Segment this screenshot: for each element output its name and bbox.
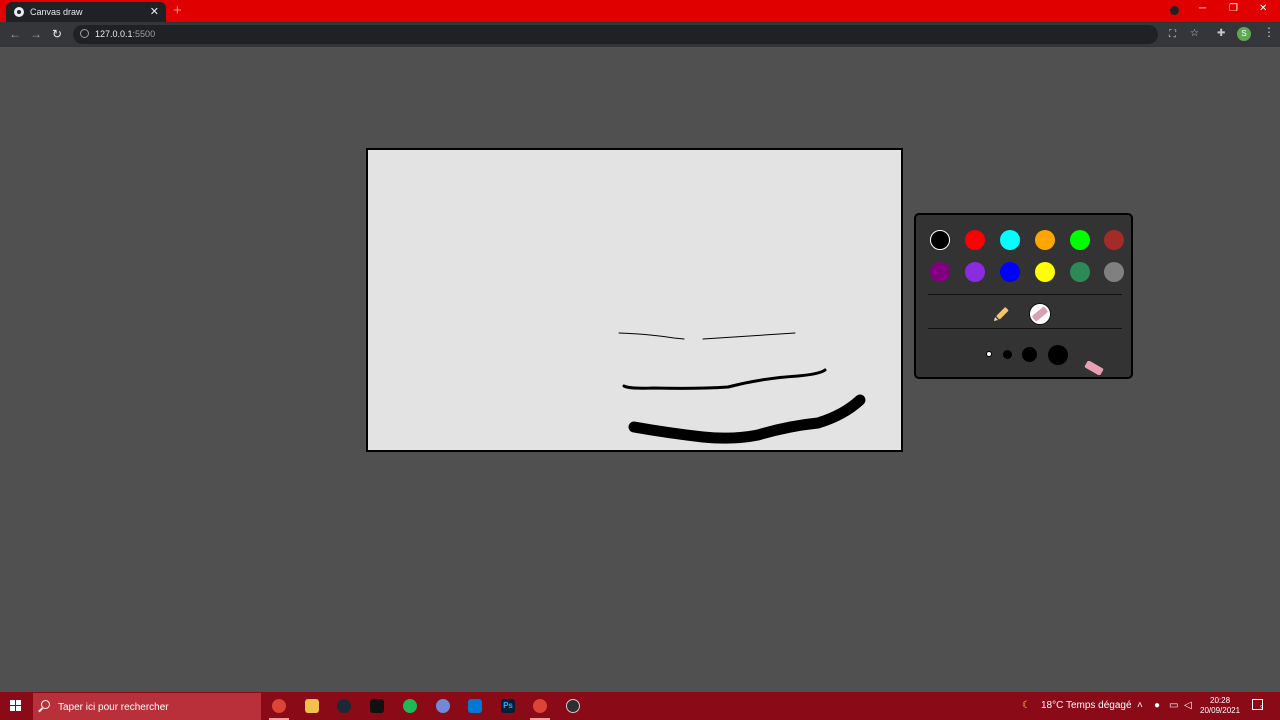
puzzle-icon[interactable]: ✚	[1217, 28, 1225, 40]
restore-button[interactable]: ❐	[1229, 3, 1238, 14]
color-swatch-gray[interactable]	[1104, 262, 1124, 282]
drawing-canvas[interactable]	[366, 148, 903, 452]
taskbar-app-spotify[interactable]	[399, 695, 421, 717]
taskbar-app-discord[interactable]	[432, 695, 454, 717]
browser-tab[interactable]: Canvas draw ✕	[6, 2, 166, 22]
microphone-icon[interactable]: ●	[1154, 700, 1160, 712]
chrome-icon	[533, 699, 547, 713]
thick-stroke	[628, 394, 866, 444]
brush-size-medium[interactable]	[1003, 350, 1012, 359]
globe-icon	[14, 7, 24, 17]
canvas-strokes	[618, 332, 866, 444]
system-clock[interactable]: 20:28 20/09/2021	[1200, 696, 1240, 716]
eraser-tool-icon[interactable]	[1028, 302, 1052, 331]
moon-weather-icon: ☾	[1022, 700, 1031, 711]
taskbar-app-chrome[interactable]	[268, 695, 290, 720]
color-swatch-red[interactable]	[965, 230, 985, 250]
palette-divider	[928, 294, 1122, 295]
taskbar-app-vscode[interactable]	[464, 695, 486, 717]
network-icon[interactable]: ▭	[1169, 700, 1178, 712]
close-window-button[interactable]: ✕	[1259, 3, 1267, 14]
info-icon[interactable]	[80, 29, 89, 38]
taskbar-app-explorer[interactable]	[301, 695, 323, 717]
taskbar-app-obs[interactable]	[562, 695, 584, 717]
taskbar-app-unity[interactable]	[366, 695, 388, 717]
obs-icon	[566, 699, 580, 713]
windows-start-icon[interactable]	[10, 700, 22, 712]
volume-icon[interactable]: ◁	[1184, 700, 1192, 712]
color-swatch-black[interactable]	[930, 230, 950, 250]
taskbar-search[interactable]: Taper ici pour rechercher	[33, 693, 261, 720]
url-text: 127.0.0.1:5500	[95, 29, 155, 39]
weather-text[interactable]: 18°C Temps dégagé	[1041, 700, 1132, 712]
taskbar: Taper ici pour rechercher Ps ☾ 18°C Temp…	[0, 692, 1280, 720]
forward-icon[interactable]: →	[30, 27, 42, 41]
tab-title: Canvas draw	[30, 7, 83, 17]
tab-strip: Canvas draw ✕ + ─ ❐ ✕	[0, 0, 1280, 22]
unity-icon	[370, 699, 384, 713]
star-icon[interactable]: ☆	[1190, 28, 1199, 40]
minimize-button[interactable]: ─	[1199, 3, 1206, 14]
eraser-icon[interactable]	[1083, 360, 1105, 380]
spotify-icon	[403, 699, 417, 713]
vscode-icon	[468, 699, 482, 713]
translate-icon[interactable]: ⛶	[1169, 29, 1176, 41]
color-swatch-brown[interactable]	[1104, 230, 1124, 250]
search-icon	[41, 700, 50, 709]
folder-icon	[305, 699, 319, 713]
search-placeholder: Taper ici pour rechercher	[58, 702, 169, 713]
new-tab-button[interactable]: +	[173, 2, 182, 20]
color-swatch-sea-green[interactable]	[1070, 262, 1090, 282]
palette-divider	[928, 328, 1122, 329]
brush-size-small[interactable]	[986, 351, 992, 357]
media-record-icon[interactable]	[1170, 6, 1179, 15]
color-swatch-yellow[interactable]	[1035, 262, 1055, 282]
brush-size-xlarge[interactable]	[1048, 345, 1068, 365]
color-swatch-green[interactable]	[1070, 230, 1090, 250]
pencil-icon[interactable]	[992, 305, 1010, 328]
profile-avatar[interactable]: S	[1237, 27, 1251, 41]
chevron-up-icon[interactable]: ˄	[1137, 700, 1143, 712]
taskbar-app-photoshop[interactable]: Ps	[497, 695, 519, 717]
clock-time: 20:28	[1210, 696, 1231, 705]
tool-palette	[914, 213, 1133, 379]
tab-close-icon[interactable]: ✕	[150, 5, 159, 18]
chrome-icon	[272, 699, 286, 713]
steam-icon	[337, 699, 351, 713]
reload-icon[interactable]: ↻	[52, 27, 62, 41]
notification-count: 3	[1260, 706, 1264, 712]
url-host: 127.0.0.1	[95, 29, 133, 39]
color-swatch-purple[interactable]	[930, 262, 950, 282]
taskbar-app-steam[interactable]	[333, 695, 355, 717]
color-swatch-blue[interactable]	[1000, 262, 1020, 282]
color-swatch-orange[interactable]	[1035, 230, 1055, 250]
clock-date: 20/09/2021	[1200, 706, 1241, 715]
brush-size-large[interactable]	[1022, 347, 1037, 362]
thin-stroke	[618, 332, 796, 340]
url-port: :5500	[132, 29, 156, 39]
browser-toolbar: ← → ↻ 127.0.0.1:5500 ⛶ ☆ ✚ S ⋮	[0, 22, 1280, 47]
color-swatch-cyan[interactable]	[1000, 230, 1020, 250]
address-bar[interactable]: 127.0.0.1:5500 ⛶ ☆	[73, 25, 1199, 44]
photoshop-icon: Ps	[501, 699, 515, 713]
back-icon[interactable]: ←	[9, 27, 21, 41]
color-swatch-violet[interactable]	[965, 262, 985, 282]
taskbar-app-chrome-2[interactable]	[529, 695, 551, 720]
medium-stroke	[622, 368, 827, 390]
kebab-menu-icon[interactable]: ⋮	[1263, 26, 1275, 38]
discord-icon	[436, 699, 450, 713]
